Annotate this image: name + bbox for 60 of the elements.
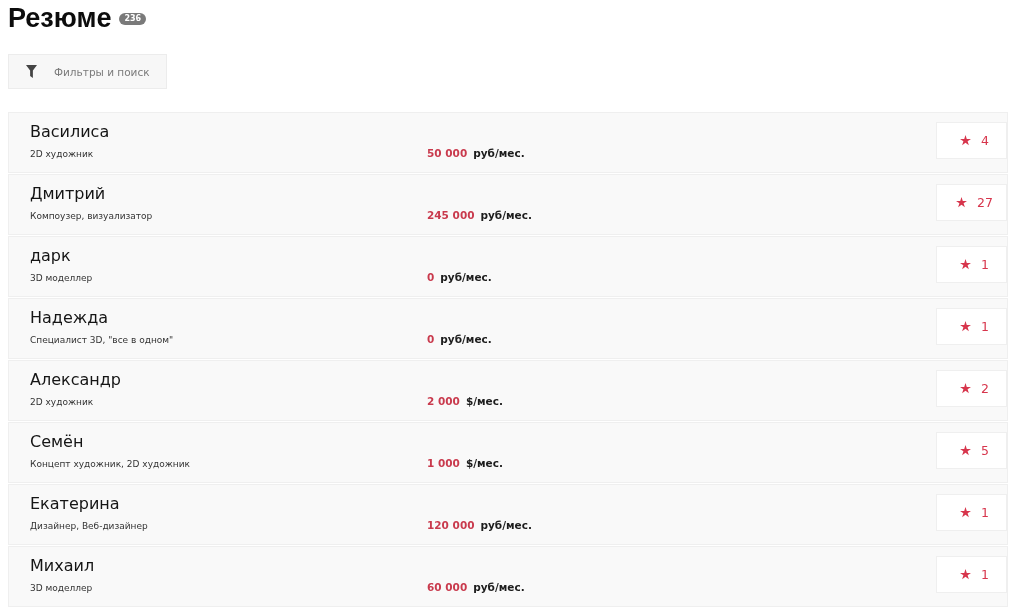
star-icon <box>960 383 971 394</box>
candidate-role: Компоузер, визуализатор <box>30 210 154 223</box>
star-count-button[interactable]: 1 <box>936 246 1007 283</box>
star-count-button[interactable]: 1 <box>936 556 1007 593</box>
candidate-name: Екатерина <box>30 493 121 515</box>
candidate-role: 3D моделлер <box>30 272 94 285</box>
star-count-button[interactable]: 1 <box>936 494 1007 531</box>
salary-unit: руб/мес. <box>440 333 492 345</box>
resume-card[interactable]: Михаил 3D моделлер 60 000 руб/мес. 1 <box>8 546 1008 607</box>
star-icon <box>960 507 971 518</box>
star-icon <box>960 259 971 270</box>
salary-unit: руб/мес. <box>473 581 525 593</box>
star-count-button[interactable]: 2 <box>936 370 1007 407</box>
salary-amount: 1 000 <box>427 457 460 469</box>
candidate-name: дарк <box>30 245 72 267</box>
salary-amount: 245 000 <box>427 209 475 221</box>
star-count-button[interactable]: 1 <box>936 308 1007 345</box>
funnel-icon <box>26 65 37 78</box>
star-icon <box>960 569 971 580</box>
salary-unit: $/мес. <box>465 395 503 407</box>
candidate-name: Семён <box>30 431 85 453</box>
resume-card[interactable]: Александр 2D художник 2 000 $/мес. 2 <box>8 360 1008 421</box>
resume-card[interactable]: Василиса 2D художник 50 000 руб/мес. 4 <box>8 112 1008 173</box>
salary-amount: 0 <box>427 271 435 283</box>
salary-unit: $/мес. <box>465 457 503 469</box>
candidate-role: Концепт художник, 2D художник <box>30 458 191 471</box>
salary-unit: руб/мес. <box>440 271 492 283</box>
candidate-name: Надежда <box>30 307 110 329</box>
candidate-name: Дмитрий <box>30 183 107 205</box>
candidate-role: 2D художник <box>30 396 95 409</box>
star-icon <box>960 445 971 456</box>
candidate-role: 3D моделлер <box>30 582 94 595</box>
salary-amount: 50 000 <box>427 147 468 159</box>
salary-amount: 0 <box>427 333 435 345</box>
candidate-name: Василиса <box>30 121 111 143</box>
filter-button[interactable]: Фильтры и поиск <box>8 54 167 89</box>
star-count-button[interactable]: 5 <box>936 432 1007 469</box>
resume-card[interactable]: Екатерина Дизайнер, Веб-дизайнер 120 000 руб/мес. 1 <box>8 484 1008 545</box>
resume-card[interactable]: дарк 3D моделлер 0 руб/мес. 1 <box>8 236 1008 297</box>
candidate-role: Дизайнер, Веб-дизайнер <box>30 520 149 533</box>
resume-card[interactable]: Надежда Специалист 3D, "все в одном" 0 руб/мес. 1 <box>8 298 1008 359</box>
candidate-name: Михаил <box>30 555 96 577</box>
resume-card[interactable]: Дмитрий Компоузер, визуализатор 245 000 руб/мес. 27 <box>8 174 1008 235</box>
star-count-button[interactable]: 4 <box>936 122 1007 159</box>
star-count-button[interactable]: 27 <box>936 184 1007 221</box>
candidate-name: Александр <box>30 369 122 391</box>
salary-unit: руб/мес. <box>480 519 532 531</box>
star-icon <box>960 135 971 146</box>
candidate-role: 2D художник <box>30 148 95 161</box>
star-icon <box>960 321 971 332</box>
salary-amount: 120 000 <box>427 519 475 531</box>
salary-unit: руб/мес. <box>473 147 525 159</box>
resume-card[interactable]: Семён Концепт художник, 2D художник 1 000 $/мес. 5 <box>8 422 1008 483</box>
count-badge: 236 <box>119 13 147 25</box>
candidate-role: Специалист 3D, "все в одном" <box>30 334 175 347</box>
salary-amount: 2 000 <box>427 395 460 407</box>
salary-unit: руб/мес. <box>480 209 532 221</box>
salary-amount: 60 000 <box>427 581 468 593</box>
star-icon <box>956 197 968 208</box>
page-title: Резюме <box>8 2 112 35</box>
